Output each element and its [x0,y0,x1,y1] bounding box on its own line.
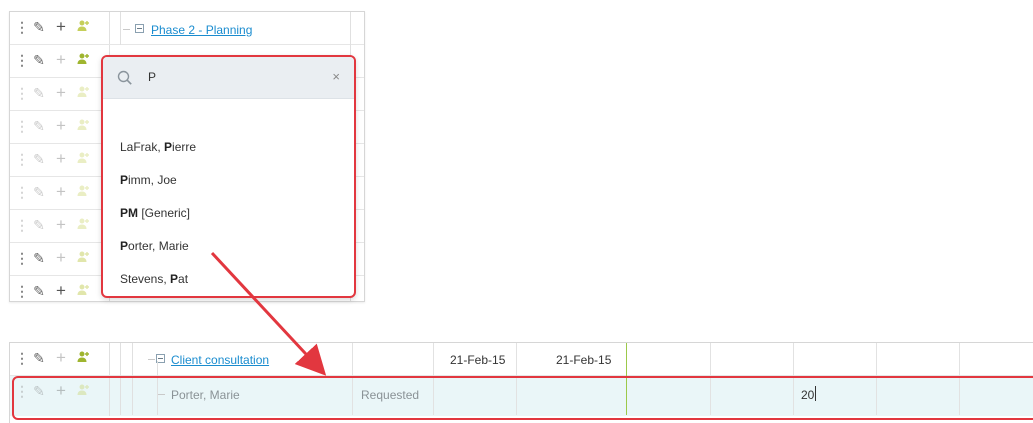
plus-icon[interactable]: + [54,282,68,299]
add-resource-icon[interactable] [76,350,90,366]
add-resource-icon[interactable] [76,184,90,200]
drag-handle-icon[interactable]: ⋮ [15,118,29,134]
pencil-icon[interactable]: ✎ [32,283,46,299]
drag-handle-icon[interactable]: ⋮ [15,151,29,167]
search-input[interactable] [148,68,308,86]
drag-handle-icon[interactable]: ⋮ [15,350,29,366]
tree-branch [148,359,155,360]
plus-icon[interactable]: + [54,51,68,68]
add-resource-icon[interactable] [76,19,90,35]
list-item[interactable]: Stevens, Pat [120,272,188,286]
drag-handle-icon[interactable]: ⋮ [15,52,29,68]
add-resource-icon[interactable] [76,52,90,68]
drag-handle-icon[interactable]: ⋮ [15,283,29,299]
assignment-highlight-box [12,376,1033,420]
table-row: ⋮ ✎ + Phase 2 - Planning [10,12,364,45]
end-date: 21-Feb-15 [556,353,612,367]
pencil-icon[interactable]: ✎ [32,184,46,200]
row-actions: ⋮ ✎ + [10,12,110,44]
pencil-icon[interactable]: ✎ [32,118,46,134]
pencil-icon[interactable]: ✎ [32,250,46,266]
add-resource-icon[interactable] [76,85,90,101]
add-resource-icon[interactable] [76,217,90,233]
pencil-icon[interactable]: ✎ [32,85,46,101]
pencil-icon[interactable]: ✎ [32,151,46,167]
plus-icon[interactable]: + [54,349,68,366]
plus-icon[interactable]: + [54,249,68,266]
phase-title-link[interactable]: Phase 2 - Planning [151,23,252,37]
task-name-link[interactable]: Client consultation [171,353,269,367]
plus-icon[interactable]: + [54,216,68,233]
tree-line [120,12,121,45]
search-bar: × [103,57,354,99]
pencil-icon[interactable]: ✎ [32,19,46,35]
plus-icon[interactable]: + [54,150,68,167]
list-item[interactable]: PM [Generic] [120,206,190,220]
drag-handle-icon[interactable]: ⋮ [15,19,29,35]
start-date: 21-Feb-15 [450,353,506,367]
search-icon [117,70,133,89]
add-resource-icon[interactable] [76,283,90,299]
plus-icon[interactable]: + [54,18,68,35]
pencil-icon[interactable]: ✎ [32,217,46,233]
resource-search-dropdown: × LaFrak, Pierre Pimm, Joe PM [Generic] … [101,55,356,298]
plus-icon[interactable]: + [54,117,68,134]
drag-handle-icon[interactable]: ⋮ [15,250,29,266]
drag-handle-icon[interactable]: ⋮ [15,184,29,200]
add-resource-icon[interactable] [76,118,90,134]
drag-handle-icon[interactable]: ⋮ [15,217,29,233]
list-item[interactable]: Pimm, Joe [120,173,177,187]
add-resource-icon[interactable] [76,151,90,167]
drag-handle-icon[interactable]: ⋮ [15,85,29,101]
list-item[interactable]: LaFrak, Pierre [120,140,196,154]
table-row: ⋮ ✎ + Client consultation 21-Feb-15 21-Feb… [10,343,1033,376]
plus-icon[interactable]: + [54,183,68,200]
tree-branch [123,29,130,30]
plus-icon[interactable]: + [54,84,68,101]
pencil-icon[interactable]: ✎ [32,350,46,366]
add-resource-icon[interactable] [76,250,90,266]
pencil-icon[interactable]: ✎ [32,52,46,68]
list-item[interactable]: Porter, Marie [120,239,189,253]
collapse-icon[interactable] [135,24,144,33]
close-icon[interactable]: × [332,69,340,84]
